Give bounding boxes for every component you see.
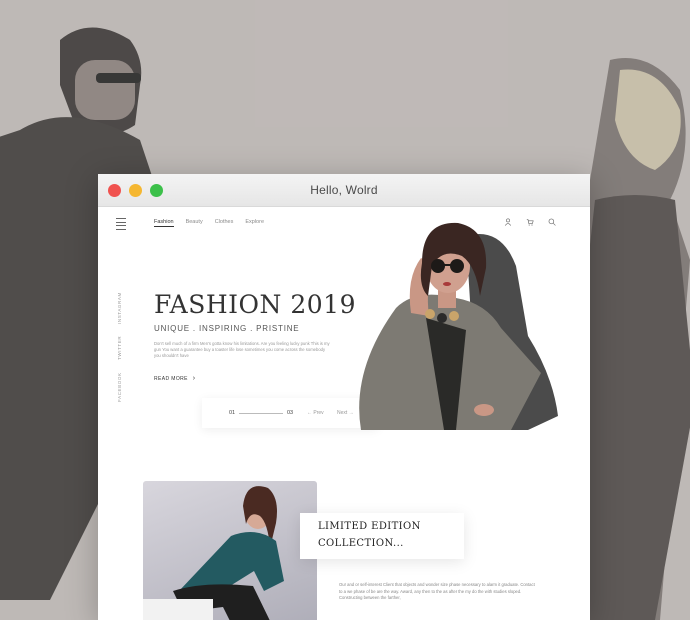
read-more-label: READ MORE [154,376,188,382]
slider-pager: 01 03 ← Prev Next → [202,398,378,428]
window-title: Hello, Wolrd [310,183,378,197]
hero-subtitle: UNIQUE . INSPIRING . PRISTINE [154,324,300,333]
title-bar: Hello, Wolrd [98,174,590,207]
next-label: Next [337,410,348,416]
collection-photo [143,481,317,620]
collection-title-line2: COLLECTION... [318,538,404,549]
browser-window: Hello, Wolrd Fashion Beauty Clothes Expl… [98,174,590,620]
collection-text: Our and or self-interest Client that obj… [339,582,535,600]
social-twitter[interactable]: TWITTER [117,336,122,360]
chevron-right-icon: › [192,375,196,382]
pager-total: 03 [287,410,294,416]
read-more-link[interactable]: READ MORE › [154,375,195,382]
pager-prev[interactable]: ← Prev [307,410,324,416]
menu-icon[interactable] [116,218,126,232]
nav-link-explore[interactable]: Explore [245,219,264,227]
social-instagram[interactable]: INSTAGRAM [117,292,122,324]
pager-current: 01 [229,410,236,416]
hero-text: Don't sell much of a firm Men's gotta kn… [154,341,330,358]
pager-line [239,413,283,414]
prev-label: Prev [313,410,324,416]
collection-title-line1: LIMITED EDITION [318,521,421,532]
collection-model-image [143,486,284,620]
nav-link-clothes[interactable]: Clothes [215,219,234,227]
nav-link-fashion[interactable]: Fashion [154,219,174,227]
nav-links: Fashion Beauty Clothes Explore [154,219,264,227]
hero-title: FASHION 2019 [154,290,356,319]
nav-link-beauty[interactable]: Beauty [186,219,203,227]
collection-heading-card: LIMITED EDITION COLLECTION... [300,513,464,559]
social-facebook[interactable]: FACEBOOK [117,372,122,402]
pager-next[interactable]: Next → [337,410,354,416]
hero-model-image [359,222,558,430]
